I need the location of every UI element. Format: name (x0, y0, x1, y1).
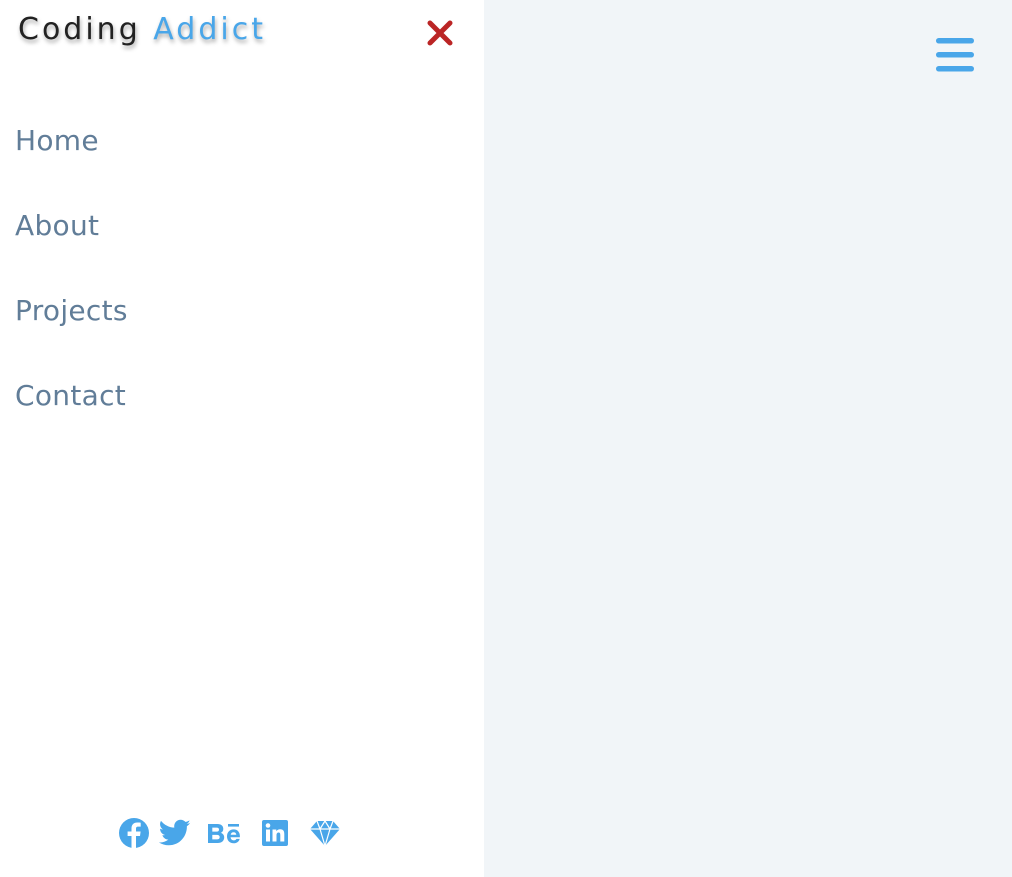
nav-link-contact[interactable]: Contact (0, 360, 128, 432)
nav-link-about[interactable]: About (0, 190, 128, 262)
nav-item-about: About (0, 190, 128, 275)
nav-item-projects: Projects (0, 275, 128, 360)
close-sidebar-button[interactable] (425, 18, 455, 48)
behance-link[interactable] (200, 815, 250, 851)
sketch-icon (310, 820, 340, 847)
linkedin-icon (262, 820, 288, 846)
facebook-icon (119, 818, 149, 849)
logo-text-addict: Addict (153, 12, 266, 47)
twitter-icon (159, 819, 191, 846)
social-icons (118, 815, 350, 851)
facebook-link[interactable] (118, 815, 150, 851)
nav-links: Home About Projects Contact (0, 105, 128, 445)
sidebar: Coding Addict Home About Projects Contac… (0, 0, 484, 877)
nav-item-contact: Contact (0, 360, 128, 445)
linkedin-link[interactable] (250, 815, 300, 851)
logo[interactable]: Coding Addict (18, 12, 266, 47)
nav-item-home: Home (0, 105, 128, 190)
hamburger-menu-icon (936, 38, 974, 72)
logo-text-coding: Coding (18, 12, 154, 47)
nav-link-projects[interactable]: Projects (0, 275, 128, 347)
close-icon (427, 20, 453, 46)
twitter-link[interactable] (150, 815, 200, 851)
menu-toggle-button[interactable] (933, 35, 977, 75)
sketch-link[interactable] (300, 815, 350, 851)
nav-link-home[interactable]: Home (0, 105, 128, 177)
behance-icon (208, 824, 240, 844)
